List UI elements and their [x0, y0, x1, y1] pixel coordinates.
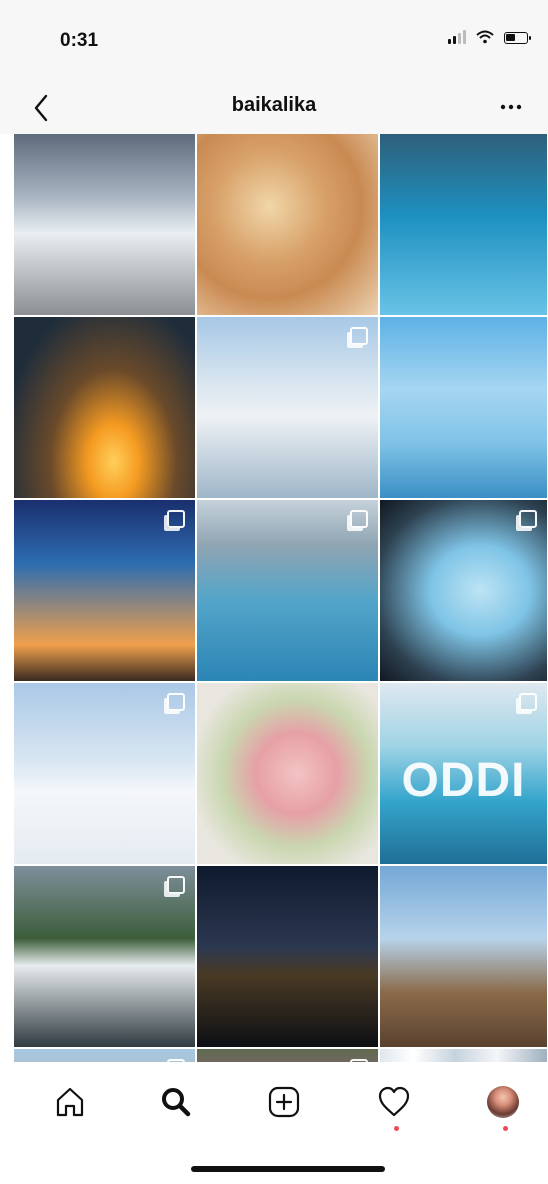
multi-post-icon — [350, 327, 368, 345]
profile-avatar — [487, 1086, 519, 1118]
status-time: 0:31 — [60, 30, 99, 51]
grid-tile[interactable] — [197, 1049, 378, 1062]
tile-logo-text: ODDI — [401, 754, 526, 807]
grid-tile[interactable] — [14, 134, 195, 315]
page-title: baikalika — [231, 94, 317, 116]
status-icons — [448, 30, 531, 44]
home-indicator — [191, 1166, 385, 1172]
grid-tile[interactable] — [14, 317, 195, 498]
home-icon — [56, 1087, 84, 1117]
profile-header: baikalika — [0, 82, 548, 134]
notification-dot — [502, 1126, 508, 1131]
tab-new-post[interactable] — [266, 1084, 306, 1124]
notification-dot — [393, 1126, 399, 1131]
tab-profile[interactable] — [485, 1084, 525, 1131]
more-horizontal-icon[interactable] — [496, 92, 526, 122]
multi-post-icon — [167, 693, 185, 711]
tab-home[interactable] — [52, 1084, 92, 1124]
grid-tile[interactable] — [380, 866, 547, 1047]
grid-tile[interactable] — [14, 866, 195, 1047]
search-icon — [162, 1088, 191, 1117]
grid-tile[interactable] — [14, 1049, 195, 1062]
grid-tile[interactable] — [14, 683, 195, 864]
grid-tile[interactable] — [380, 317, 547, 498]
multi-post-icon — [519, 693, 537, 711]
multi-post-icon — [167, 876, 185, 894]
activity-heart-icon — [378, 1086, 410, 1117]
grid-tile[interactable] — [197, 134, 378, 315]
grid-tile[interactable] — [197, 683, 378, 864]
tab-activity[interactable] — [376, 1084, 416, 1131]
tab-search[interactable] — [158, 1084, 198, 1124]
battery-icon — [504, 32, 531, 44]
grid-tile[interactable] — [380, 1049, 547, 1062]
grid-tile[interactable]: ODDI — [380, 683, 547, 864]
grid-tile[interactable] — [197, 500, 378, 681]
grid-tile[interactable] — [380, 134, 547, 315]
multi-post-icon — [519, 510, 537, 528]
signal-icon — [448, 30, 466, 44]
multi-post-icon — [167, 510, 185, 528]
grid-tile[interactable] — [380, 500, 547, 681]
grid-tile[interactable] — [197, 317, 378, 498]
grid-tile[interactable] — [14, 500, 195, 681]
wifi-icon — [476, 30, 494, 44]
multi-post-icon — [350, 510, 368, 528]
add-post-icon — [268, 1086, 300, 1118]
photo-grid: ODDI — [14, 134, 547, 1062]
grid-tile[interactable] — [197, 866, 378, 1047]
status-bar: 0:31 — [0, 0, 548, 82]
